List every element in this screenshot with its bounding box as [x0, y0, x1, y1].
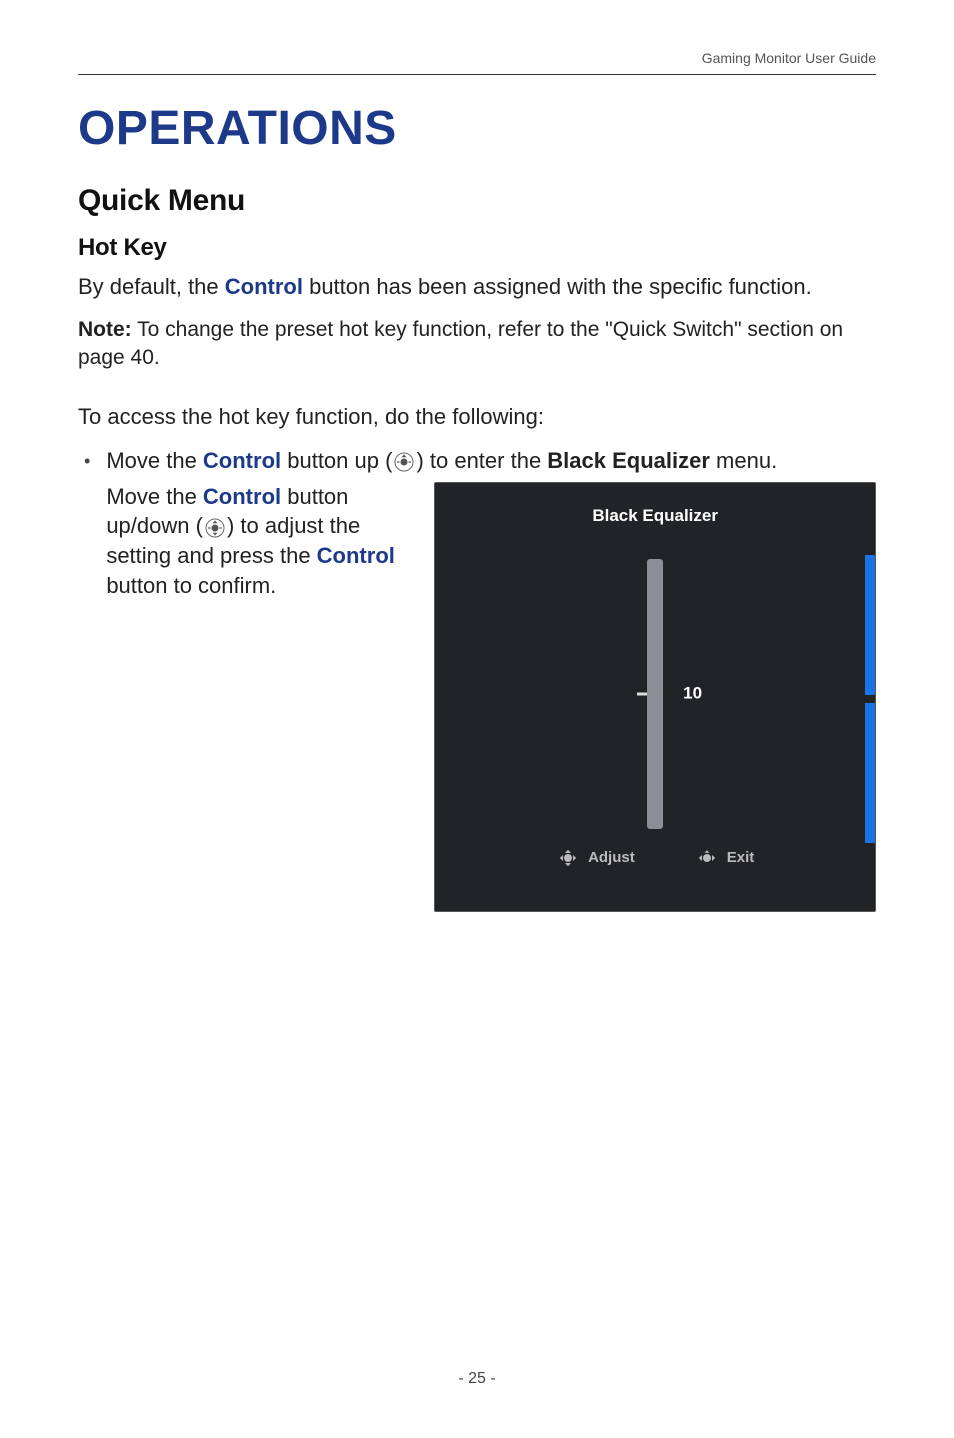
- note-body: To change the preset hot key function, r…: [78, 318, 843, 369]
- joystick-center-icon: [697, 848, 717, 868]
- bullet-item: • Move the Control button up ( ) to ente…: [78, 446, 876, 912]
- text-fragment: button has been assigned with the specif…: [303, 274, 812, 299]
- control-keyword: Control: [225, 274, 303, 299]
- note-label: Note:: [78, 318, 132, 341]
- slider-indicator: [637, 692, 647, 695]
- joystick-updown-icon: [205, 518, 225, 538]
- control-keyword: Control: [203, 484, 281, 509]
- text-fragment: button up (: [281, 448, 392, 473]
- note-paragraph: Note: To change the preset hot key funct…: [78, 316, 876, 373]
- text-fragment: Move the: [106, 484, 203, 509]
- control-keyword: Control: [317, 543, 395, 568]
- osd-title: Black Equalizer: [435, 505, 875, 528]
- joystick-up-icon: [394, 452, 414, 472]
- subsection-heading: Hot Key: [78, 234, 876, 262]
- control-keyword: Control: [203, 448, 281, 473]
- slider-track: [647, 559, 663, 829]
- running-header: Gaming Monitor User Guide: [78, 50, 876, 75]
- page-number: - 25 -: [0, 1370, 954, 1388]
- osd-exit-label: Exit: [727, 848, 755, 868]
- text-fragment: menu.: [710, 448, 777, 473]
- menu-name: Black Equalizer: [547, 448, 710, 473]
- osd-exit-hint: Exit: [695, 848, 755, 868]
- instruction-lead: To access the hot key function, do the f…: [78, 402, 876, 432]
- intro-paragraph: By default, the Control button has been …: [78, 272, 876, 302]
- osd-edge-indicator: [865, 555, 875, 843]
- page-title: OPERATIONS: [78, 101, 876, 156]
- joystick-updown-icon: [558, 848, 578, 868]
- osd-slider[interactable]: 10: [435, 554, 875, 834]
- osd-adjust-hint: Adjust: [556, 848, 635, 868]
- text-fragment: button to confirm.: [106, 573, 276, 598]
- osd-panel: Black Equalizer 10: [434, 482, 876, 912]
- text-fragment: Move the: [106, 448, 203, 473]
- osd-adjust-label: Adjust: [588, 848, 635, 868]
- text-fragment: ) to enter the: [416, 448, 547, 473]
- section-heading: Quick Menu: [78, 184, 876, 218]
- bullet-marker: •: [78, 446, 90, 912]
- text-fragment: By default, the: [78, 274, 225, 299]
- instruction-detail: Move the Control button up/down ( ) to a…: [106, 482, 406, 912]
- slider-value: 10: [683, 682, 702, 705]
